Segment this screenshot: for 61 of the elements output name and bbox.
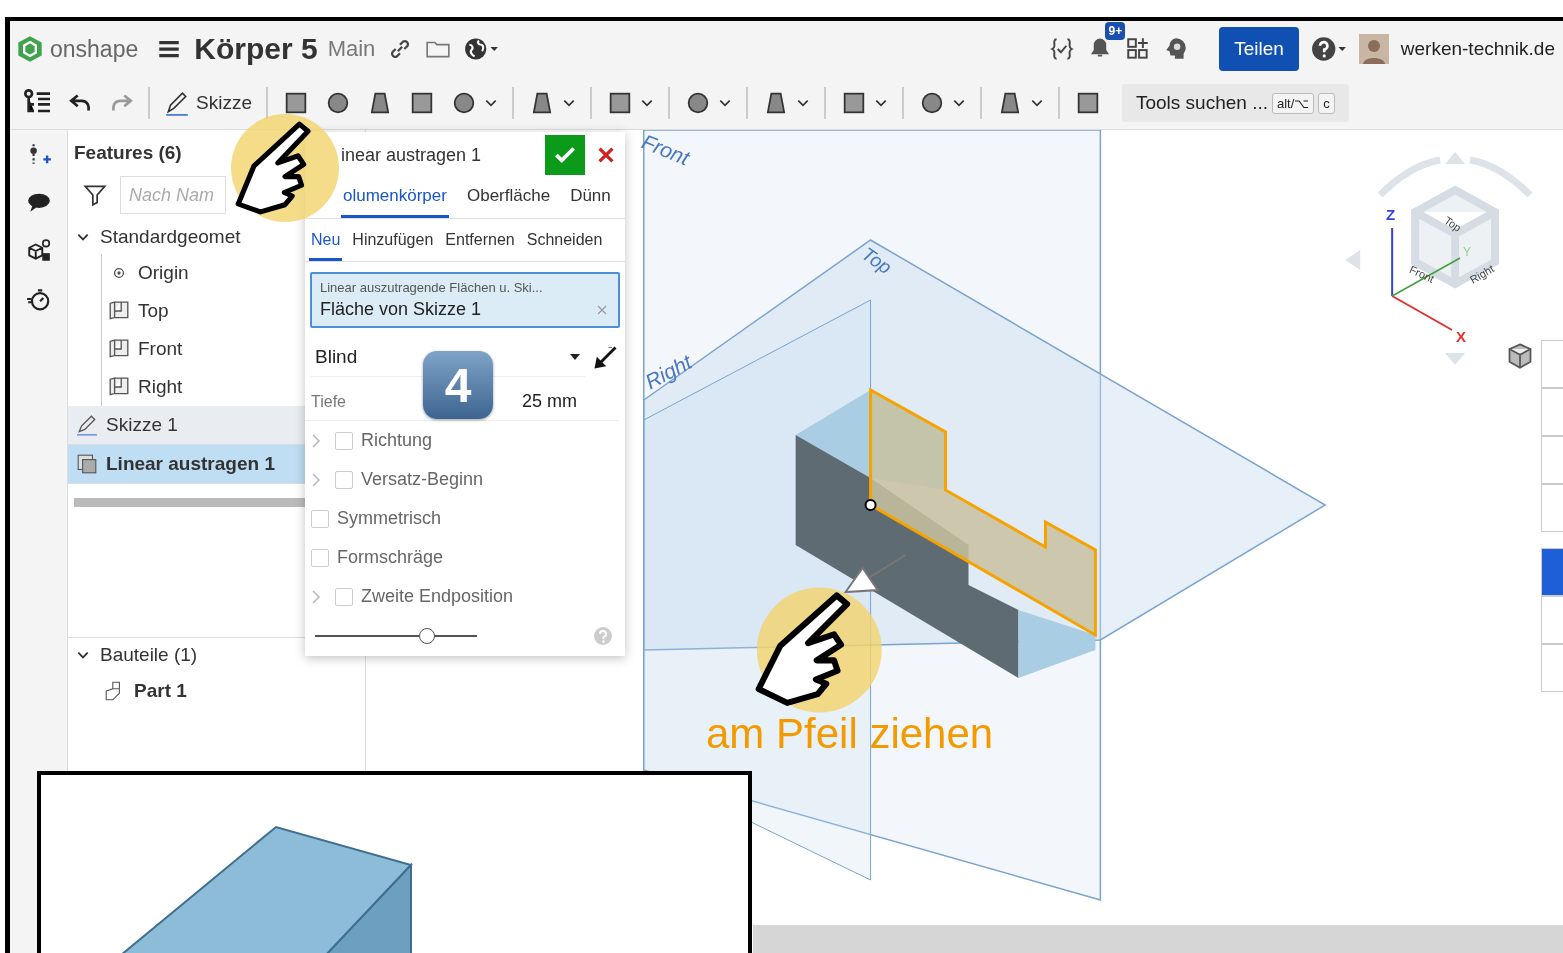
checkbox[interactable] xyxy=(311,509,329,528)
checkbox[interactable] xyxy=(311,548,329,567)
operation-tab[interactable]: Hinzufügen xyxy=(350,223,436,261)
cube-face-label: Front xyxy=(1407,263,1436,285)
checkbox[interactable] xyxy=(335,587,353,606)
share-button[interactable]: Teilen xyxy=(1219,27,1299,71)
body-type-tab[interactable]: Dünn xyxy=(568,178,613,218)
pencil-icon xyxy=(164,90,190,116)
plane-icon xyxy=(108,376,130,398)
drag-arrow-icon[interactable] xyxy=(843,554,907,594)
plane-icon xyxy=(108,300,130,322)
option-row[interactable]: Formschräge xyxy=(305,538,625,577)
operation-tab[interactable]: Schneiden xyxy=(524,223,605,261)
dialog-title: inear austragen 1 xyxy=(341,144,483,166)
pencil-icon xyxy=(76,414,98,436)
globe-icon[interactable] xyxy=(463,36,500,62)
variables-icon[interactable] xyxy=(1049,36,1076,62)
help-icon[interactable] xyxy=(1310,36,1347,62)
branch-name: Main xyxy=(327,36,376,62)
plane-label: Top xyxy=(857,243,896,279)
shortcut-key: c xyxy=(1318,92,1335,114)
panel-title: Features (6) xyxy=(73,141,183,165)
stopwatch-icon[interactable] xyxy=(25,286,52,312)
notification-badge: 9+ xyxy=(1105,22,1126,40)
logo-icon xyxy=(16,35,44,63)
axis-label: Z xyxy=(1386,206,1396,223)
option-row[interactable]: Symmetrisch xyxy=(305,499,625,538)
brand-name: onshape xyxy=(50,35,139,63)
cube-face-label: Top xyxy=(1442,214,1464,234)
operation-tab[interactable]: Neu xyxy=(309,223,343,261)
instruction-text: am Pfeil ziehen xyxy=(706,710,994,758)
sketch-button[interactable]: Skizze xyxy=(164,90,252,116)
tree-folder[interactable]: Standardgeomet xyxy=(68,220,249,254)
selection-field[interactable]: Linear auszutragende Flächen u. Ski... Fläche von Skizze 1 xyxy=(310,272,620,328)
avatar-icon[interactable] xyxy=(1358,32,1389,66)
parts-lock-icon[interactable] xyxy=(25,238,52,264)
part-item[interactable]: Part 1 xyxy=(102,672,365,710)
caret-icon xyxy=(569,353,581,361)
checkbox[interactable] xyxy=(335,431,353,450)
operation-tab[interactable]: Entfernen xyxy=(443,223,517,261)
body-type-tab[interactable]: olumenkörper xyxy=(341,178,449,218)
body-type-tab[interactable]: Oberfläche xyxy=(464,178,553,218)
checkbox[interactable] xyxy=(335,470,353,489)
user-name[interactable]: werken-technik.de xyxy=(1400,38,1555,60)
axis-label: Y xyxy=(1463,245,1471,259)
slider-thumb[interactable] xyxy=(418,628,435,644)
parts-folder[interactable]: Bauteile (1) xyxy=(68,638,206,672)
plane-label: Right xyxy=(641,349,696,395)
extrude-icon xyxy=(76,453,98,475)
filter-field[interactable]: Nach Nam xyxy=(120,176,226,214)
filter-icon[interactable] xyxy=(82,182,108,208)
confirm-button[interactable] xyxy=(545,135,585,175)
step-number-badge: 4 xyxy=(423,351,493,419)
document-title: Körper 5 xyxy=(194,32,318,66)
plane-label: Front xyxy=(638,129,693,171)
option-row[interactable]: Zweite Endposition xyxy=(305,577,625,616)
shaded-cube-icon[interactable] xyxy=(1506,342,1534,370)
axis-label: X xyxy=(1456,328,1466,345)
shortcut-key: alt/⌥ xyxy=(1272,92,1315,114)
plane-icon xyxy=(108,338,130,360)
tool-search-field[interactable]: Tools suchen ... alt/⌥ c xyxy=(1121,84,1349,122)
